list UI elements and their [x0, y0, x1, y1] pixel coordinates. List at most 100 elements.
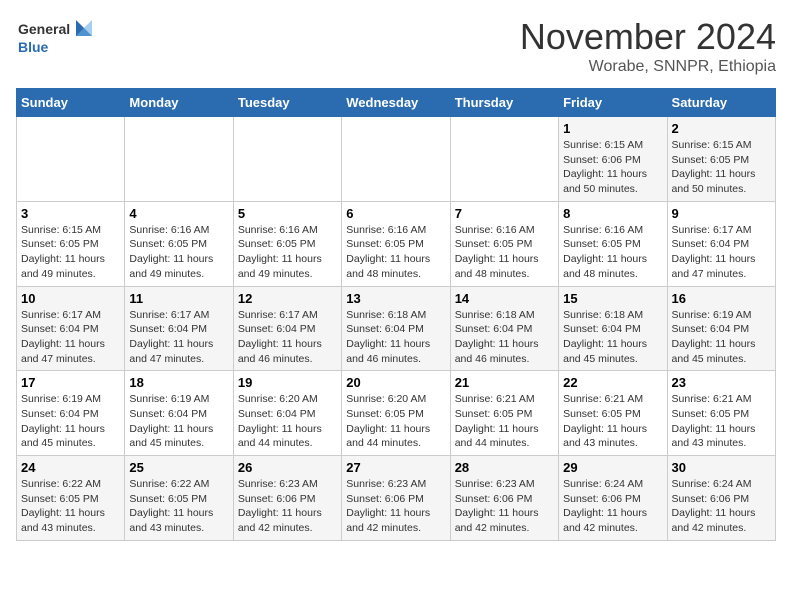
- day-cell: 2 Sunrise: 6:15 AM Sunset: 6:05 PM Daylig…: [667, 117, 775, 202]
- day-number: 10: [21, 291, 120, 306]
- day-info: Sunrise: 6:16 AM Sunset: 6:05 PM Dayligh…: [238, 223, 337, 282]
- month-title: November 2024: [520, 16, 776, 58]
- day-info: Sunrise: 6:16 AM Sunset: 6:05 PM Dayligh…: [563, 223, 662, 282]
- week-row-5: 24Sunrise: 6:22 AM Sunset: 6:05 PM Dayli…: [17, 456, 776, 541]
- day-cell: [233, 117, 341, 202]
- day-cell: [342, 117, 450, 202]
- day-number: 9: [672, 206, 771, 221]
- day-cell: 22 Sunrise: 6:21 AM Sunset: 6:05 PM Dayli…: [559, 371, 667, 456]
- day-cell: 1 Sunrise: 6:15 AM Sunset: 6:06 PM Daylig…: [559, 117, 667, 202]
- week-row-1: 1 Sunrise: 6:15 AM Sunset: 6:06 PM Daylig…: [17, 117, 776, 202]
- day-number: 22: [563, 375, 662, 390]
- day-number: 15: [563, 291, 662, 306]
- day-info: Sunrise: 6:23 AM Sunset: 6:06 PM Dayligh…: [238, 477, 337, 536]
- weekday-header-saturday: Saturday: [667, 89, 775, 117]
- day-info: Sunrise: 6:17 AM Sunset: 6:04 PM Dayligh…: [21, 308, 120, 367]
- day-cell: 8Sunrise: 6:16 AM Sunset: 6:05 PM Daylig…: [559, 201, 667, 286]
- day-number: 5: [238, 206, 337, 221]
- day-info: Sunrise: 6:24 AM Sunset: 6:06 PM Dayligh…: [672, 477, 771, 536]
- day-info: Sunrise: 6:21 AM Sunset: 6:05 PM Dayligh…: [563, 392, 662, 451]
- day-number: 27: [346, 460, 445, 475]
- day-info: Sunrise: 6:15 AM Sunset: 6:05 PM Dayligh…: [672, 138, 771, 197]
- weekday-header-monday: Monday: [125, 89, 233, 117]
- day-info: Sunrise: 6:21 AM Sunset: 6:05 PM Dayligh…: [455, 392, 554, 451]
- day-cell: [125, 117, 233, 202]
- day-number: 11: [129, 291, 228, 306]
- day-number: 14: [455, 291, 554, 306]
- day-info: Sunrise: 6:20 AM Sunset: 6:05 PM Dayligh…: [346, 392, 445, 451]
- week-row-2: 3 Sunrise: 6:15 AM Sunset: 6:05 PM Daylig…: [17, 201, 776, 286]
- day-cell: 18Sunrise: 6:19 AM Sunset: 6:04 PM Dayli…: [125, 371, 233, 456]
- day-number: 26: [238, 460, 337, 475]
- day-cell: 16Sunrise: 6:19 AM Sunset: 6:04 PM Dayli…: [667, 286, 775, 371]
- day-cell: 25 Sunrise: 6:22 AM Sunset: 6:05 PM Dayli…: [125, 456, 233, 541]
- day-cell: 10 Sunrise: 6:17 AM Sunset: 6:04 PM Dayli…: [17, 286, 125, 371]
- day-info: Sunrise: 6:19 AM Sunset: 6:04 PM Dayligh…: [129, 392, 228, 451]
- day-cell: [17, 117, 125, 202]
- day-cell: 28 Sunrise: 6:23 AM Sunset: 6:06 PM Dayli…: [450, 456, 558, 541]
- day-number: 25: [129, 460, 228, 475]
- day-cell: 7 Sunrise: 6:16 AM Sunset: 6:05 PM Daylig…: [450, 201, 558, 286]
- weekday-header-tuesday: Tuesday: [233, 89, 341, 117]
- day-info: Sunrise: 6:15 AM Sunset: 6:06 PM Dayligh…: [563, 138, 662, 197]
- day-cell: [450, 117, 558, 202]
- day-info: Sunrise: 6:22 AM Sunset: 6:05 PM Dayligh…: [129, 477, 228, 536]
- logo-icon: General Blue: [16, 16, 96, 64]
- day-cell: 9 Sunrise: 6:17 AM Sunset: 6:04 PM Daylig…: [667, 201, 775, 286]
- day-info: Sunrise: 6:23 AM Sunset: 6:06 PM Dayligh…: [346, 477, 445, 536]
- day-number: 4: [129, 206, 228, 221]
- day-info: Sunrise: 6:16 AM Sunset: 6:05 PM Dayligh…: [129, 223, 228, 282]
- day-number: 21: [455, 375, 554, 390]
- day-number: 12: [238, 291, 337, 306]
- day-cell: 17Sunrise: 6:19 AM Sunset: 6:04 PM Dayli…: [17, 371, 125, 456]
- day-cell: 4 Sunrise: 6:16 AM Sunset: 6:05 PM Daylig…: [125, 201, 233, 286]
- day-info: Sunrise: 6:17 AM Sunset: 6:04 PM Dayligh…: [129, 308, 228, 367]
- day-number: 2: [672, 121, 771, 136]
- day-info: Sunrise: 6:17 AM Sunset: 6:04 PM Dayligh…: [238, 308, 337, 367]
- day-cell: 13Sunrise: 6:18 AM Sunset: 6:04 PM Dayli…: [342, 286, 450, 371]
- day-cell: 24Sunrise: 6:22 AM Sunset: 6:05 PM Dayli…: [17, 456, 125, 541]
- calendar-table: SundayMondayTuesdayWednesdayThursdayFrid…: [16, 88, 776, 541]
- day-info: Sunrise: 6:16 AM Sunset: 6:05 PM Dayligh…: [455, 223, 554, 282]
- day-info: Sunrise: 6:23 AM Sunset: 6:06 PM Dayligh…: [455, 477, 554, 536]
- day-cell: 3 Sunrise: 6:15 AM Sunset: 6:05 PM Daylig…: [17, 201, 125, 286]
- day-cell: 23 Sunrise: 6:21 AM Sunset: 6:05 PM Dayli…: [667, 371, 775, 456]
- week-row-4: 17Sunrise: 6:19 AM Sunset: 6:04 PM Dayli…: [17, 371, 776, 456]
- day-number: 20: [346, 375, 445, 390]
- day-info: Sunrise: 6:18 AM Sunset: 6:04 PM Dayligh…: [455, 308, 554, 367]
- day-cell: 19Sunrise: 6:20 AM Sunset: 6:04 PM Dayli…: [233, 371, 341, 456]
- day-number: 29: [563, 460, 662, 475]
- day-number: 1: [563, 121, 662, 136]
- location: Worabe, SNNPR, Ethiopia: [520, 58, 776, 76]
- day-info: Sunrise: 6:19 AM Sunset: 6:04 PM Dayligh…: [672, 308, 771, 367]
- day-number: 7: [455, 206, 554, 221]
- title-block: November 2024 Worabe, SNNPR, Ethiopia: [520, 16, 776, 76]
- weekday-header-wednesday: Wednesday: [342, 89, 450, 117]
- day-cell: 26 Sunrise: 6:23 AM Sunset: 6:06 PM Dayli…: [233, 456, 341, 541]
- svg-text:General: General: [18, 21, 70, 37]
- day-cell: 20 Sunrise: 6:20 AM Sunset: 6:05 PM Dayli…: [342, 371, 450, 456]
- day-cell: 29Sunrise: 6:24 AM Sunset: 6:06 PM Dayli…: [559, 456, 667, 541]
- day-info: Sunrise: 6:16 AM Sunset: 6:05 PM Dayligh…: [346, 223, 445, 282]
- day-info: Sunrise: 6:19 AM Sunset: 6:04 PM Dayligh…: [21, 392, 120, 451]
- day-number: 30: [672, 460, 771, 475]
- day-cell: 11 Sunrise: 6:17 AM Sunset: 6:04 PM Dayli…: [125, 286, 233, 371]
- day-number: 3: [21, 206, 120, 221]
- day-cell: 15 Sunrise: 6:18 AM Sunset: 6:04 PM Dayli…: [559, 286, 667, 371]
- day-info: Sunrise: 6:21 AM Sunset: 6:05 PM Dayligh…: [672, 392, 771, 451]
- logo: General Blue: [16, 16, 96, 64]
- weekday-header-sunday: Sunday: [17, 89, 125, 117]
- day-info: Sunrise: 6:18 AM Sunset: 6:04 PM Dayligh…: [563, 308, 662, 367]
- day-info: Sunrise: 6:17 AM Sunset: 6:04 PM Dayligh…: [672, 223, 771, 282]
- day-cell: 30 Sunrise: 6:24 AM Sunset: 6:06 PM Dayli…: [667, 456, 775, 541]
- week-row-3: 10 Sunrise: 6:17 AM Sunset: 6:04 PM Dayli…: [17, 286, 776, 371]
- day-cell: 27 Sunrise: 6:23 AM Sunset: 6:06 PM Dayli…: [342, 456, 450, 541]
- day-number: 23: [672, 375, 771, 390]
- day-info: Sunrise: 6:22 AM Sunset: 6:05 PM Dayligh…: [21, 477, 120, 536]
- day-number: 28: [455, 460, 554, 475]
- day-info: Sunrise: 6:15 AM Sunset: 6:05 PM Dayligh…: [21, 223, 120, 282]
- day-cell: 5 Sunrise: 6:16 AM Sunset: 6:05 PM Daylig…: [233, 201, 341, 286]
- day-cell: 14 Sunrise: 6:18 AM Sunset: 6:04 PM Dayli…: [450, 286, 558, 371]
- day-info: Sunrise: 6:18 AM Sunset: 6:04 PM Dayligh…: [346, 308, 445, 367]
- day-number: 19: [238, 375, 337, 390]
